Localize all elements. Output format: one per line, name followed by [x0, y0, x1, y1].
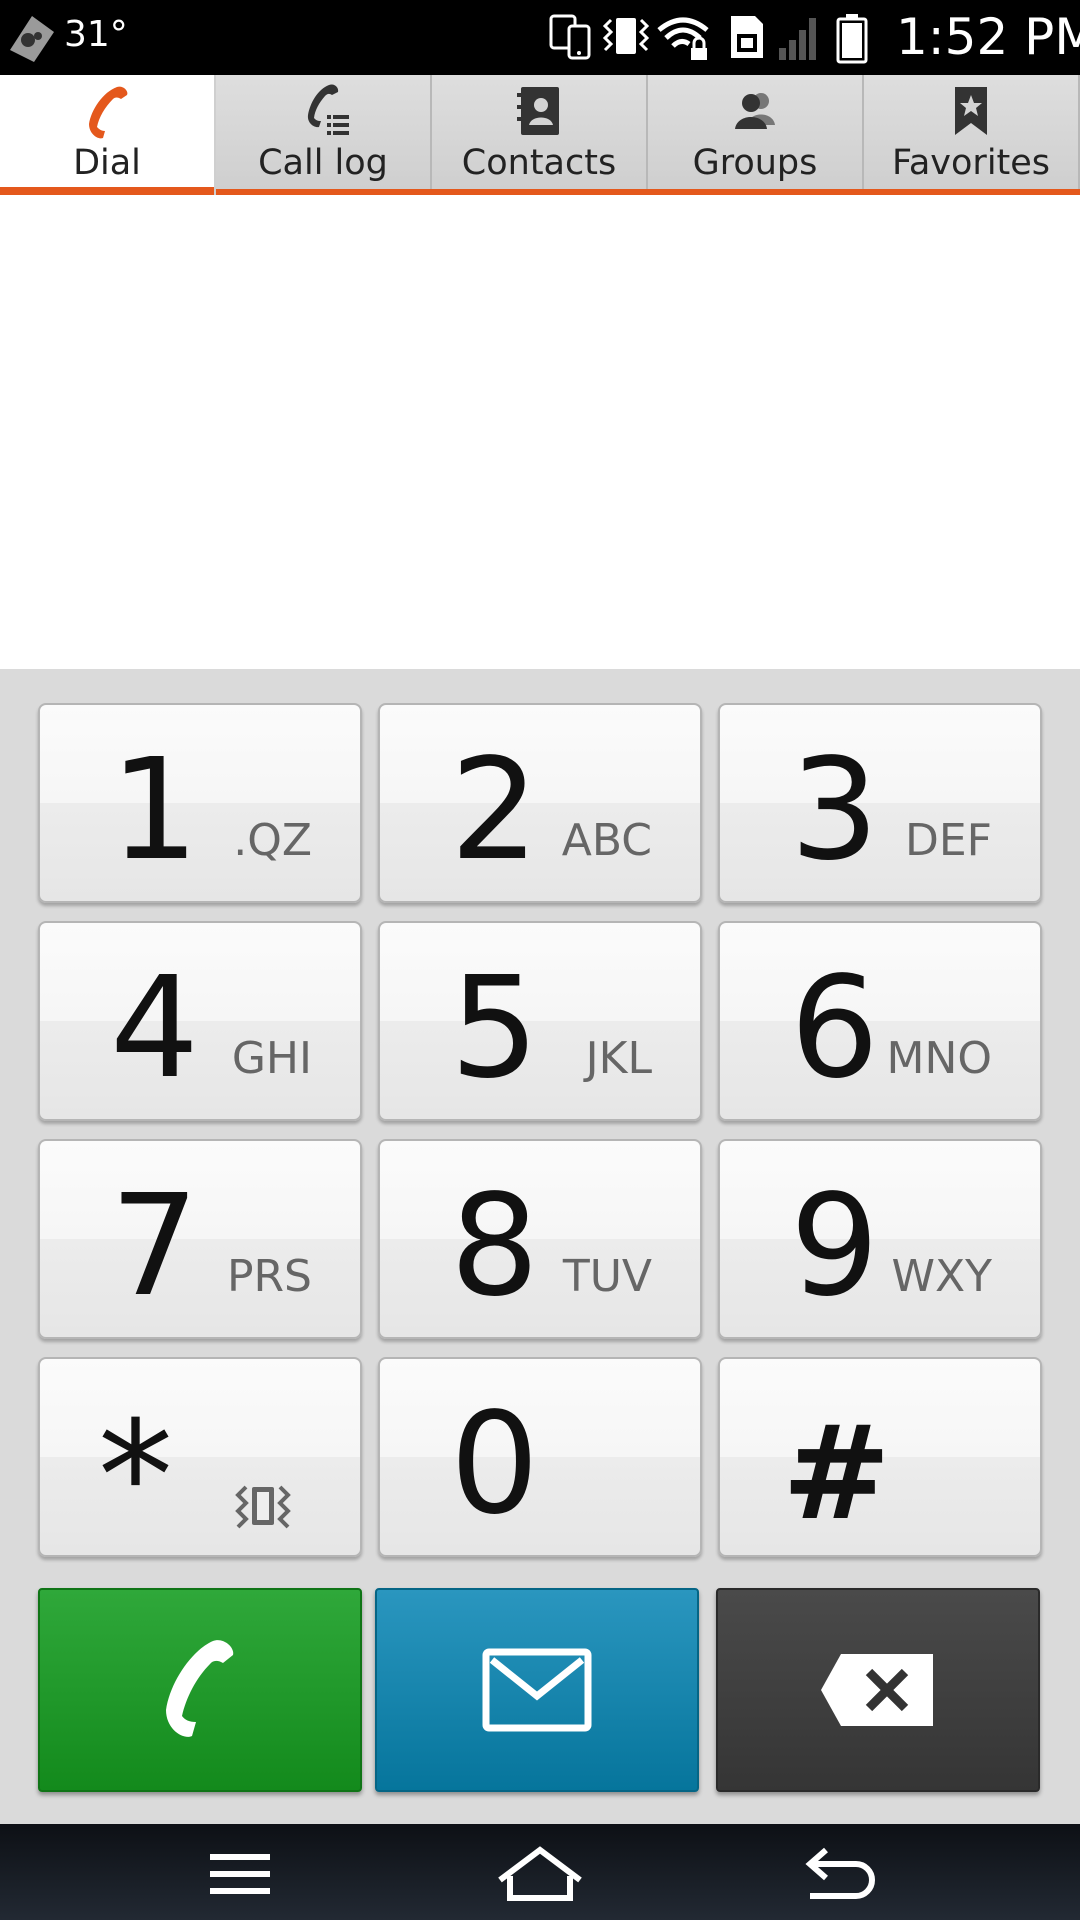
key-letters: MNO — [886, 1033, 992, 1084]
key-1[interactable]: 1 .QZ — [38, 703, 362, 903]
key-7[interactable]: 7 PRS — [38, 1139, 362, 1339]
tab-label: Favorites — [891, 143, 1051, 183]
key-3[interactable]: 3 DEF — [718, 703, 1042, 903]
key-digit: 2 — [450, 729, 540, 892]
tab-contacts[interactable]: Contacts — [432, 75, 648, 189]
key-letters: TUV — [562, 1251, 652, 1302]
key-letters: DEF — [905, 815, 992, 866]
wifi-locked-icon — [657, 17, 709, 60]
menu-icon — [210, 1854, 270, 1894]
favorites-bookmark-icon — [955, 87, 987, 135]
key-5[interactable]: 5 JKL — [378, 921, 702, 1121]
key-letters: WXY — [891, 1251, 992, 1302]
vibrate-icon — [235, 1485, 291, 1529]
tab-label: Dial — [73, 143, 141, 183]
call-button[interactable] — [38, 1588, 362, 1792]
key-4[interactable]: 4 GHI — [38, 921, 362, 1121]
key-digit: 9 — [790, 1165, 880, 1328]
key-letters: JKL — [585, 1033, 652, 1084]
envelope-icon — [482, 1648, 592, 1732]
call-log-icon — [307, 84, 349, 135]
back-button[interactable] — [790, 1842, 890, 1906]
tab-call-log[interactable]: Call log — [216, 75, 432, 189]
delete-button[interactable] — [716, 1588, 1040, 1792]
key-9[interactable]: 9 WXY — [718, 1139, 1042, 1339]
signal-icon — [779, 18, 816, 60]
key-digit: 3 — [790, 729, 880, 892]
tab-bar: Dial Call log Contacts Groups Favorites — [0, 75, 1080, 195]
key-digit: 0 — [450, 1383, 540, 1546]
temperature: 31° — [64, 14, 128, 55]
battery-icon — [836, 14, 868, 64]
key-digit: * — [98, 1390, 173, 1564]
key-hash[interactable]: # — [718, 1357, 1042, 1557]
status-bar: 31° 1:52 PM — [0, 0, 1080, 75]
message-button[interactable] — [375, 1588, 699, 1792]
navigation-bar — [0, 1824, 1080, 1920]
phone-icon — [89, 86, 128, 139]
home-button[interactable] — [490, 1842, 590, 1906]
phone-sync-icon — [549, 14, 591, 60]
key-digit: 7 — [110, 1165, 200, 1328]
number-display[interactable] — [0, 195, 1080, 669]
key-0[interactable]: 0 — [378, 1357, 702, 1557]
sim-icon — [731, 16, 763, 58]
home-icon — [498, 1846, 582, 1901]
key-digit: 4 — [110, 947, 200, 1110]
key-digit: 6 — [790, 947, 880, 1110]
tab-groups[interactable]: Groups — [648, 75, 864, 189]
key-digit: 1 — [110, 729, 200, 892]
phone-handset-icon — [166, 1640, 234, 1737]
backspace-icon — [821, 1654, 933, 1726]
clock: 1:52 PM — [896, 8, 1080, 66]
key-2[interactable]: 2 ABC — [378, 703, 702, 903]
tab-label: Groups — [692, 143, 818, 183]
key-digit: # — [782, 1397, 891, 1549]
key-letters: ABC — [561, 815, 652, 866]
tab-favorites[interactable]: Favorites — [864, 75, 1080, 189]
contacts-book-icon — [517, 87, 559, 135]
tab-label: Call log — [258, 143, 388, 183]
groups-icon — [735, 93, 775, 129]
key-letters: GHI — [231, 1033, 312, 1084]
tab-dial[interactable]: Dial — [0, 75, 216, 195]
key-star[interactable]: * — [38, 1357, 362, 1557]
key-letters: .QZ — [233, 815, 312, 866]
weather-icon — [10, 16, 54, 62]
key-digit: 8 — [450, 1165, 540, 1328]
key-letters: PRS — [226, 1251, 312, 1302]
key-digit: 5 — [450, 947, 540, 1110]
key-8[interactable]: 8 TUV — [378, 1139, 702, 1339]
key-6[interactable]: 6 MNO — [718, 921, 1042, 1121]
vibrate-icon — [602, 18, 650, 54]
back-icon — [805, 1847, 875, 1899]
tab-label: Contacts — [461, 143, 617, 183]
menu-button[interactable] — [190, 1842, 290, 1906]
